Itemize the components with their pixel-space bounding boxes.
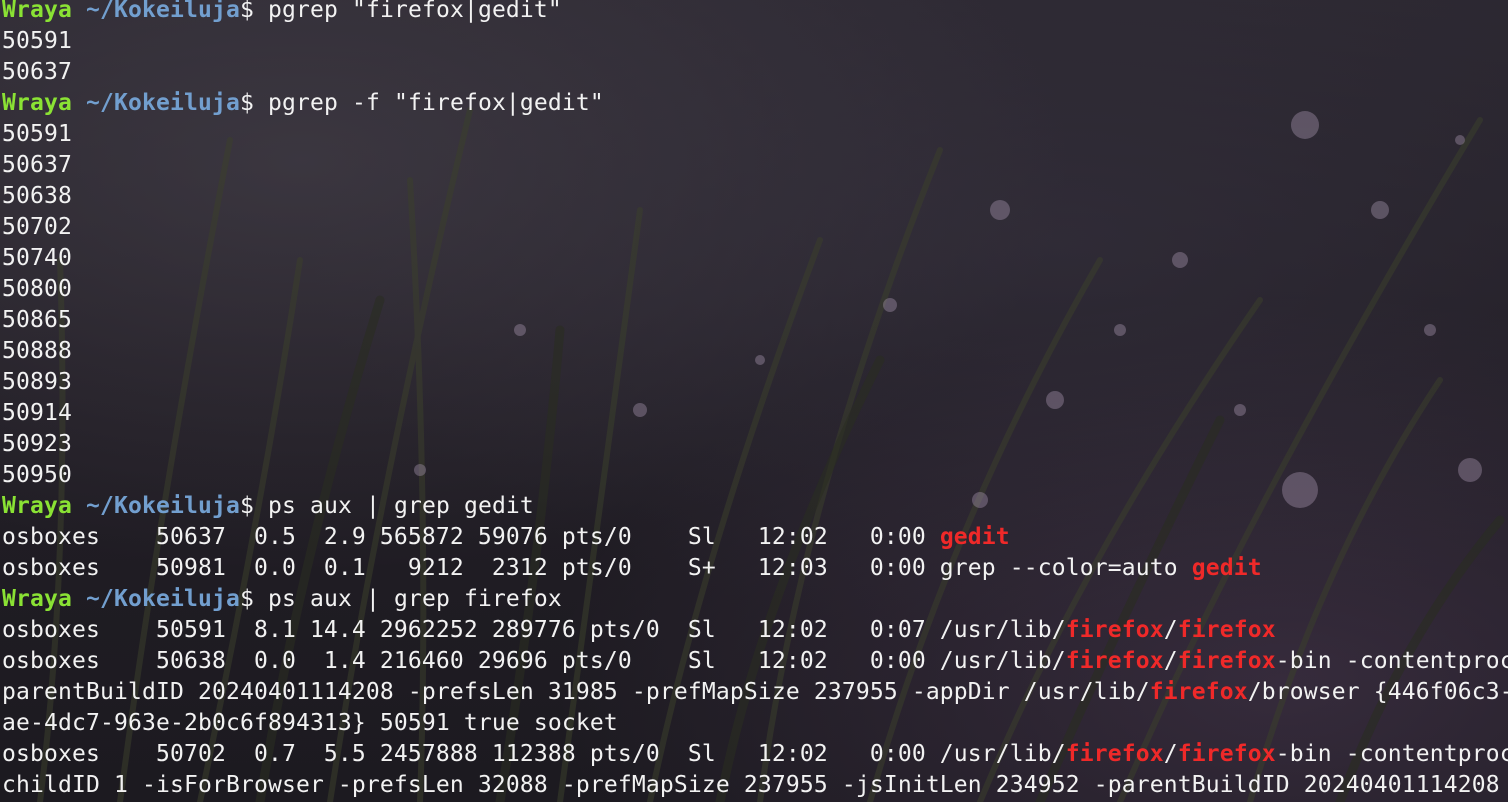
terminal-window[interactable]: Wraya ~/Kokeiluja$ pgrep "firefox|gedit"… bbox=[0, 0, 1508, 802]
grep-match: firefox bbox=[1065, 648, 1164, 674]
grep-match: firefox bbox=[1177, 617, 1276, 643]
prompt-user: Wraya bbox=[2, 586, 72, 612]
output-text: / bbox=[1163, 617, 1178, 643]
prompt-user: Wraya bbox=[2, 90, 72, 116]
prompt-line: Wraya ~/Kokeiluja$ pgrep "firefox|gedit" bbox=[2, 0, 1508, 26]
terminal-output: Wraya ~/Kokeiluja$ pgrep "firefox|gedit"… bbox=[2, 0, 1508, 801]
prompt-path: ~/Kokeiluja bbox=[86, 586, 240, 612]
output-text: -bin -contentproc bbox=[1275, 741, 1508, 767]
output-text: 50888 bbox=[2, 338, 72, 364]
grep-match: firefox bbox=[1065, 741, 1164, 767]
grep-match: firefox bbox=[1149, 679, 1248, 705]
output-line: 50914 bbox=[2, 398, 1508, 429]
output-text: osboxes 50702 0.7 5.5 2457888 112388 pts… bbox=[2, 741, 1066, 767]
grep-match: gedit bbox=[1191, 555, 1262, 581]
output-text: 50923 bbox=[2, 431, 72, 457]
output-line: 50637 bbox=[2, 150, 1508, 181]
output-line: 50800 bbox=[2, 274, 1508, 305]
output-text: / bbox=[1163, 741, 1178, 767]
output-text: 50914 bbox=[2, 400, 72, 426]
prompt-line: Wraya ~/Kokeiluja$ ps aux | grep gedit bbox=[2, 491, 1508, 522]
prompt-symbol: $ bbox=[239, 0, 254, 23]
output-line: childID 1 -isForBrowser -prefsLen 32088 … bbox=[2, 770, 1508, 801]
output-text: 50865 bbox=[2, 307, 72, 333]
output-line: 50740 bbox=[2, 243, 1508, 274]
output-line: 50638 bbox=[2, 181, 1508, 212]
output-line: ae-4dc7-963e-2b0c6f894313} 50591 true so… bbox=[2, 708, 1508, 739]
output-text: osboxes 50981 0.0 0.1 9212 2312 pts/0 S+… bbox=[2, 555, 1192, 581]
prompt-user: Wraya bbox=[2, 0, 72, 23]
grep-match: firefox bbox=[1177, 741, 1276, 767]
output-line: 50865 bbox=[2, 305, 1508, 336]
prompt-symbol: $ bbox=[239, 90, 254, 116]
output-text: 50591 bbox=[2, 121, 72, 147]
output-text: childID 1 -isForBrowser -prefsLen 32088 … bbox=[2, 772, 1508, 798]
output-line: osboxes 50981 0.0 0.1 9212 2312 pts/0 S+… bbox=[2, 553, 1508, 584]
command-text: pgrep -f "firefox|gedit" bbox=[267, 90, 604, 116]
output-line: osboxes 50637 0.5 2.9 565872 59076 pts/0… bbox=[2, 522, 1508, 553]
prompt-user: Wraya bbox=[2, 493, 72, 519]
output-text: ae-4dc7-963e-2b0c6f894313} 50591 true so… bbox=[2, 710, 618, 736]
output-text: 50740 bbox=[2, 245, 72, 271]
output-line: parentBuildID 20240401114208 -prefsLen 3… bbox=[2, 677, 1508, 708]
command-text: ps aux | grep firefox bbox=[267, 586, 562, 612]
prompt-line: Wraya ~/Kokeiluja$ pgrep -f "firefox|ged… bbox=[2, 88, 1508, 119]
output-text: 50800 bbox=[2, 276, 72, 302]
output-line: 50591 bbox=[2, 26, 1508, 57]
output-line: 50893 bbox=[2, 367, 1508, 398]
grep-match: firefox bbox=[1065, 617, 1164, 643]
grep-match: gedit bbox=[939, 524, 1010, 550]
prompt-path: ~/Kokeiluja bbox=[86, 0, 240, 23]
output-line: osboxes 50591 8.1 14.4 2962252 289776 pt… bbox=[2, 615, 1508, 646]
output-line: 50888 bbox=[2, 336, 1508, 367]
output-text: / bbox=[1163, 648, 1178, 674]
output-text: 50637 bbox=[2, 59, 72, 85]
command-text: ps aux | grep gedit bbox=[267, 493, 534, 519]
prompt-path: ~/Kokeiluja bbox=[86, 90, 240, 116]
output-line: osboxes 50638 0.0 1.4 216460 29696 pts/0… bbox=[2, 646, 1508, 677]
output-text: parentBuildID 20240401114208 -prefsLen 3… bbox=[2, 679, 1150, 705]
output-text: osboxes 50591 8.1 14.4 2962252 289776 pt… bbox=[2, 617, 1066, 643]
output-text: 50591 bbox=[2, 28, 72, 54]
output-line: 50950 bbox=[2, 460, 1508, 491]
output-text: -bin -contentproc bbox=[1275, 648, 1508, 674]
output-line: osboxes 50702 0.7 5.5 2457888 112388 pts… bbox=[2, 739, 1508, 770]
output-text: osboxes 50638 0.0 1.4 216460 29696 pts/0… bbox=[2, 648, 1066, 674]
output-line: 50591 bbox=[2, 119, 1508, 150]
output-text: 50702 bbox=[2, 214, 72, 240]
output-line: 50637 bbox=[2, 57, 1508, 88]
output-text: 50893 bbox=[2, 369, 72, 395]
prompt-path: ~/Kokeiluja bbox=[86, 493, 240, 519]
command-text: pgrep "firefox|gedit" bbox=[267, 0, 562, 23]
output-text: 50638 bbox=[2, 183, 72, 209]
grep-match: firefox bbox=[1177, 648, 1276, 674]
output-line: 50923 bbox=[2, 429, 1508, 460]
output-text: osboxes 50637 0.5 2.9 565872 59076 pts/0… bbox=[2, 524, 940, 550]
output-text: 50637 bbox=[2, 152, 72, 178]
output-text: 50950 bbox=[2, 462, 72, 488]
prompt-symbol: $ bbox=[239, 586, 254, 612]
output-line: 50702 bbox=[2, 212, 1508, 243]
prompt-line: Wraya ~/Kokeiluja$ ps aux | grep firefox bbox=[2, 584, 1508, 615]
prompt-symbol: $ bbox=[239, 493, 254, 519]
output-text: /browser {446f06c3- bbox=[1247, 679, 1508, 705]
